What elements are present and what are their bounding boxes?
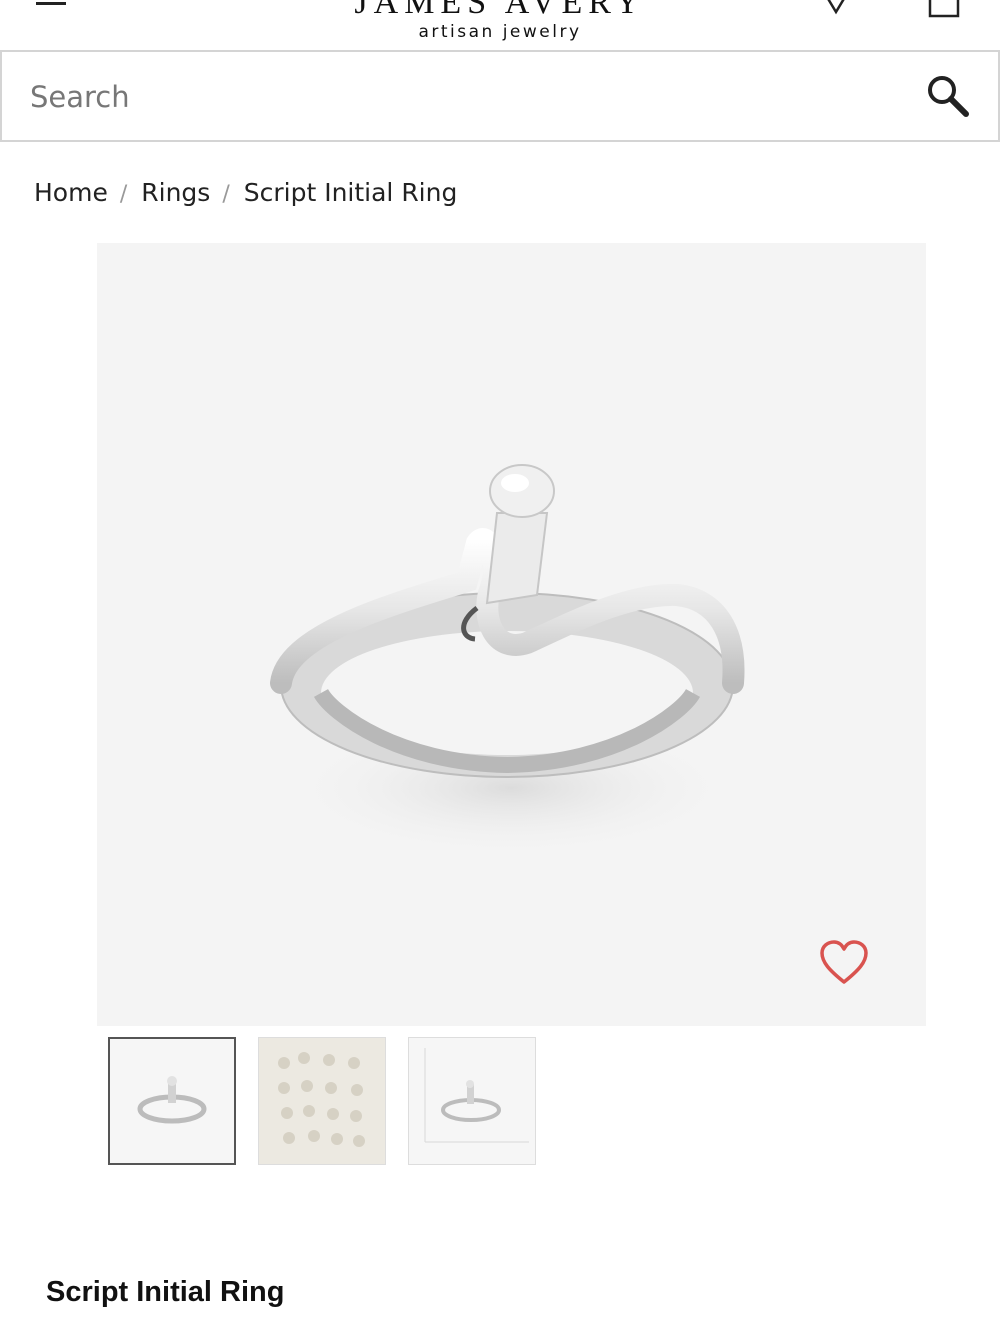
- logo-tagline: artisan jewelry: [418, 22, 582, 42]
- thumbnail-1[interactable]: [108, 1037, 236, 1165]
- menu-icon[interactable]: [36, 0, 66, 10]
- breadcrumb-current: Script Initial Ring: [243, 178, 458, 207]
- shopping-bag-icon[interactable]: [926, 0, 962, 18]
- product-title: Script Initial Ring: [46, 1276, 285, 1308]
- location-pin-icon[interactable]: [820, 0, 852, 18]
- brand-logo[interactable]: JAMES AVERY artisan jewelry: [340, 0, 660, 42]
- thumbnail-scale-image: [424, 1048, 529, 1143]
- breadcrumb-home[interactable]: Home: [34, 178, 108, 207]
- product-main-image[interactable]: [97, 243, 926, 1026]
- breadcrumb-separator: /: [119, 182, 128, 207]
- breadcrumb-separator: /: [222, 182, 230, 207]
- ring-image: [270, 464, 745, 858]
- thumbnail-letters-image: [278, 1052, 365, 1147]
- breadcrumb: Home / Rings / Script Initial Ring: [34, 178, 457, 207]
- thumbnail-2[interactable]: [258, 1037, 386, 1165]
- search-bar: [0, 50, 1000, 142]
- thumbnail-ring-image: [137, 1076, 207, 1124]
- heart-icon[interactable]: [819, 940, 869, 986]
- site-header: JAMES AVERY artisan jewelry: [0, 0, 1000, 50]
- search-input[interactable]: [30, 72, 890, 122]
- breadcrumb-rings[interactable]: Rings: [141, 178, 210, 207]
- thumbnail-3[interactable]: [408, 1037, 536, 1165]
- logo-wordmark: JAMES AVERY: [354, 0, 646, 21]
- search-icon[interactable]: [926, 74, 970, 118]
